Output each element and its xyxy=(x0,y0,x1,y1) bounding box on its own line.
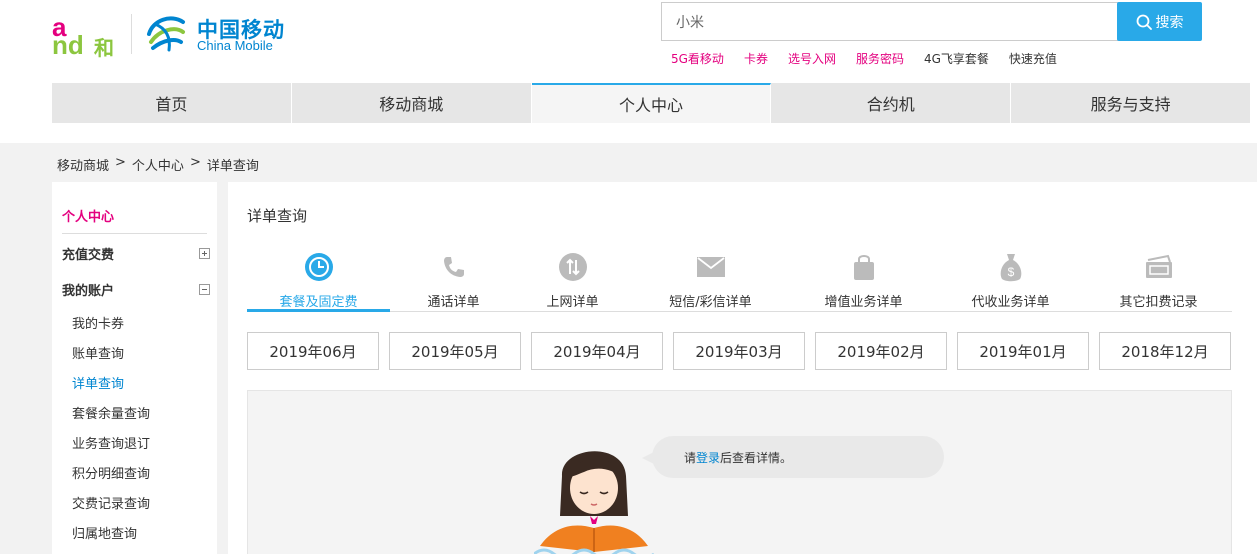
china-mobile-logo[interactable]: 中国移动 China Mobile xyxy=(145,12,295,56)
nav-contract-phone[interactable]: 合约机 xyxy=(771,83,1012,123)
month-button[interactable]: 2019年04月 xyxy=(531,332,663,370)
card-icon xyxy=(1144,252,1174,282)
sidebar-divider xyxy=(62,233,207,234)
detail-tabs: 套餐及固定费 通话详单 上网详单 短信/彩信详单 增值业务详单 $ 代收业务详单… xyxy=(247,252,1232,312)
breadcrumb: 移动商城 > 个人中心 > 详单查询 xyxy=(57,155,259,174)
breadcrumb-separator: > xyxy=(189,155,201,170)
tab-label: 其它扣费记录 xyxy=(1119,295,1198,310)
login-link[interactable]: 登录 xyxy=(696,449,720,466)
expand-icon[interactable] xyxy=(199,248,210,259)
phone-icon xyxy=(439,252,469,282)
nav-mall[interactable]: 移动商城 xyxy=(291,83,532,123)
china-mobile-mark-icon xyxy=(147,16,185,52)
header: a nd 和 中国移动 China Mobile 搜索 5G看移动 卡券 选号入… xyxy=(0,0,1257,143)
sidebar-title[interactable]: 个人中心 xyxy=(62,206,114,225)
month-button[interactable]: 2019年02月 xyxy=(815,332,947,370)
search-input[interactable] xyxy=(662,3,1118,40)
tab-sms-mms-detail[interactable]: 短信/彩信详单 xyxy=(639,252,782,312)
tab-label: 上网详单 xyxy=(546,295,599,310)
hot-link-5g[interactable]: 5G看移动 xyxy=(671,50,724,67)
tab-value-added-detail[interactable]: 增值业务详单 xyxy=(792,252,935,312)
tab-label: 短信/彩信详单 xyxy=(669,295,752,310)
sidebar-item-bill-query[interactable]: 账单查询 xyxy=(72,343,124,362)
notice-text-after: 后查看详情。 xyxy=(720,450,793,465)
sidebar-item-payment-records[interactable]: 交费记录查询 xyxy=(72,493,150,512)
login-notice-bubble: 请登录 后查看详情。 xyxy=(642,436,944,478)
tab-other-charges[interactable]: 其它扣费记录 xyxy=(1087,252,1230,312)
main-panel: 详单查询 套餐及固定费 通话详单 上网详单 短信/彩信详单 增值业务详单 $ 代… xyxy=(228,182,1257,554)
and-logo-nd: nd xyxy=(52,30,84,60)
month-button[interactable]: 2019年01月 xyxy=(957,332,1089,370)
and-logo[interactable]: a nd 和 xyxy=(52,10,122,60)
clock-icon xyxy=(304,252,334,282)
nav-personal-center[interactable]: 个人中心 xyxy=(531,83,772,123)
month-button[interactable]: 2019年03月 xyxy=(673,332,805,370)
nav-service-support[interactable]: 服务与支持 xyxy=(1011,83,1251,123)
month-button[interactable]: 2019年06月 xyxy=(247,332,379,370)
month-selector: 2019年06月 2019年05月 2019年04月 2019年03月 2019… xyxy=(247,332,1231,370)
search-icon xyxy=(1136,14,1152,30)
tab-data-detail[interactable]: 上网详单 xyxy=(501,252,644,312)
notice-text-before: 请 xyxy=(684,450,697,465)
svg-text:$: $ xyxy=(1007,265,1014,279)
hot-link-coupons[interactable]: 卡券 xyxy=(744,50,768,67)
sidebar-group-account[interactable]: 我的账户 xyxy=(62,280,210,299)
month-button[interactable]: 2019年05月 xyxy=(389,332,521,370)
money-bag-icon: $ xyxy=(996,252,1026,282)
month-button[interactable]: 2018年12月 xyxy=(1099,332,1231,370)
tab-collection-detail[interactable]: $ 代收业务详单 xyxy=(939,252,1082,312)
sidebar-group-label: 我的账户 xyxy=(62,284,115,299)
sidebar-group-label: 充值交费 xyxy=(62,248,115,263)
nav-home[interactable]: 首页 xyxy=(52,83,292,123)
hot-link-4g-plan[interactable]: 4G飞享套餐 xyxy=(924,50,989,67)
reading-girl-illustration xyxy=(534,451,654,554)
sidebar-group-recharge[interactable]: 充值交费 xyxy=(62,244,210,263)
breadcrumb-separator: > xyxy=(115,155,126,170)
sidebar: 个人中心 充值交费 我的账户 我的卡券 账单查询 详单查询 套餐余量查询 业务查… xyxy=(52,182,217,554)
result-panel: 请登录 后查看详情。 xyxy=(247,390,1232,554)
sidebar-item-number-location[interactable]: 归属地查询 xyxy=(72,523,137,542)
search-button[interactable]: 搜索 xyxy=(1117,2,1202,41)
breadcrumb-mall[interactable]: 移动商城 xyxy=(57,155,109,174)
tab-plan-fixed-fee[interactable]: 套餐及固定费 xyxy=(247,252,390,312)
tab-label: 代收业务详单 xyxy=(971,295,1050,310)
logo-divider xyxy=(131,14,132,54)
tab-label: 增值业务详单 xyxy=(824,295,903,310)
page-title: 详单查询 xyxy=(247,207,308,225)
sidebar-item-coupons[interactable]: 我的卡券 xyxy=(72,313,124,332)
sidebar-item-plan-balance[interactable]: 套餐余量查询 xyxy=(72,403,150,422)
hot-link-quick-recharge[interactable]: 快速充值 xyxy=(1009,50,1057,67)
data-transfer-icon xyxy=(558,252,588,282)
hot-links: 5G看移动 卡券 选号入网 服务密码 4G飞享套餐 快速充值 xyxy=(671,50,1077,67)
and-logo-he: 和 xyxy=(94,36,114,60)
main-nav: 首页 移动商城 个人中心 合约机 服务与支持 xyxy=(52,83,1251,123)
breadcrumb-personal-center[interactable]: 个人中心 xyxy=(132,155,184,174)
sidebar-item-service-unsubscribe[interactable]: 业务查询退订 xyxy=(72,433,150,452)
sidebar-item-points-detail[interactable]: 积分明细查询 xyxy=(72,463,150,482)
envelope-icon xyxy=(696,252,726,282)
shopping-bag-icon xyxy=(849,252,879,282)
sidebar-item-detail-query[interactable]: 详单查询 xyxy=(72,373,124,392)
search-button-label: 搜索 xyxy=(1155,14,1184,31)
tab-label: 套餐及固定费 xyxy=(279,295,358,310)
collapse-icon[interactable] xyxy=(199,284,210,295)
hot-link-service-password[interactable]: 服务密码 xyxy=(856,50,904,67)
china-mobile-en: China Mobile xyxy=(197,38,273,53)
hot-link-choose-number[interactable]: 选号入网 xyxy=(788,50,836,67)
breadcrumb-current: 详单查询 xyxy=(206,159,259,174)
search-box xyxy=(661,2,1118,41)
